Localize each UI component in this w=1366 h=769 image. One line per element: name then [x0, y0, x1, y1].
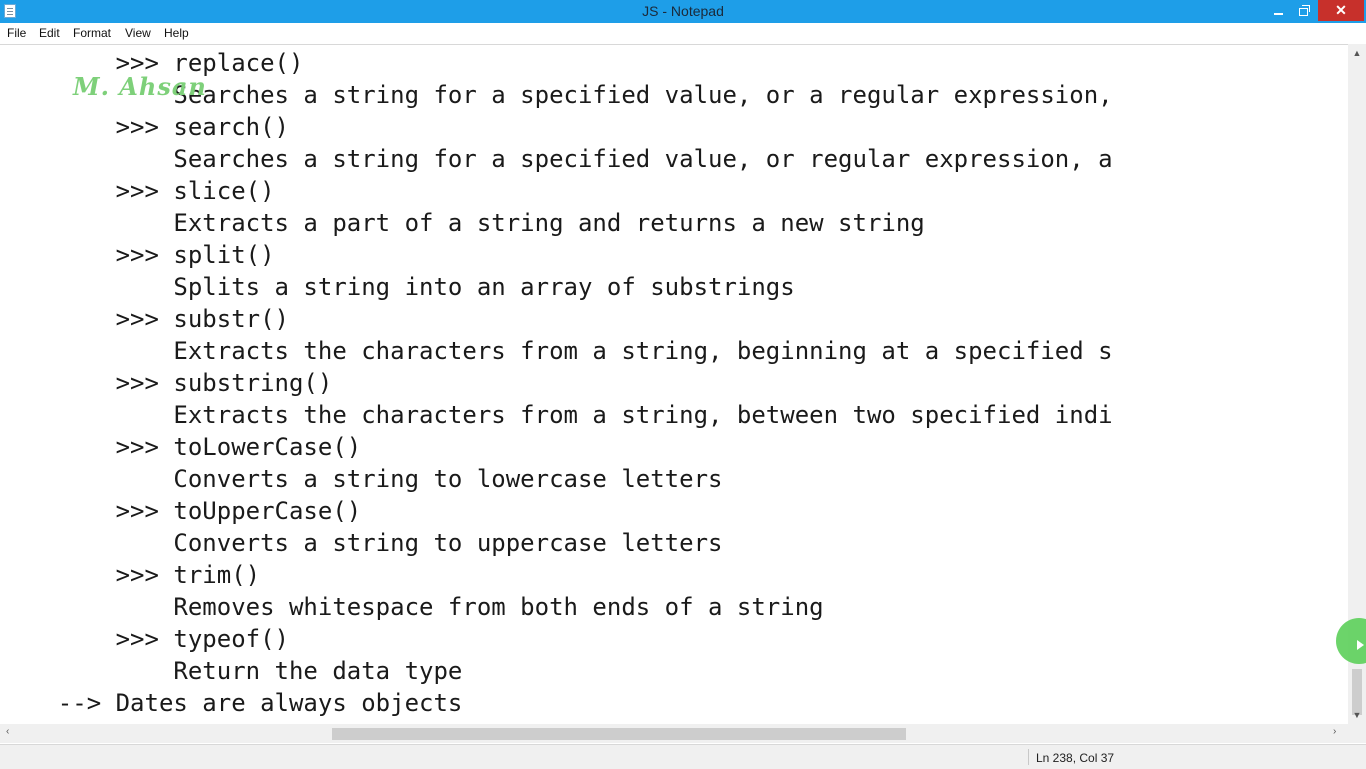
- editor-line: Extracts a part of a string and returns …: [0, 209, 925, 237]
- menu-format[interactable]: Format: [73, 25, 111, 41]
- menu-help[interactable]: Help: [164, 25, 189, 41]
- horizontal-scrollbar[interactable]: ‹ ›: [0, 724, 1348, 743]
- editor-line: >>> split(): [0, 241, 275, 269]
- status-bar: Ln 238, Col 37: [0, 744, 1366, 769]
- author-watermark: M. Ahsan: [73, 72, 207, 101]
- editor-line: >>> typeof(): [0, 625, 289, 653]
- editor-line: Removes whitespace from both ends of a s…: [0, 593, 824, 621]
- editor-line: Extracts the characters from a string, b…: [0, 337, 1113, 365]
- text-editor[interactable]: >>> replace() Searches a string for a sp…: [0, 44, 1348, 725]
- mouse-pointer-icon: [1357, 640, 1364, 650]
- menu-edit[interactable]: Edit: [39, 25, 60, 41]
- editor-line: Return the data type: [0, 657, 463, 685]
- editor-line: >>> slice(): [0, 177, 275, 205]
- close-icon: ✕: [1335, 2, 1347, 18]
- scroll-left-icon[interactable]: ‹: [6, 726, 9, 737]
- editor-line: Searches a string for a specified value,…: [0, 145, 1113, 173]
- menu-file[interactable]: File: [7, 25, 26, 41]
- editor-line: >>> toLowerCase(): [0, 433, 362, 461]
- editor-line: >>> trim(): [0, 561, 261, 589]
- menu-bar: File Edit Format View Help: [0, 23, 1366, 43]
- restore-icon: [1298, 4, 1310, 16]
- editor-line: >>> toUpperCase(): [0, 497, 362, 525]
- minimize-icon: [1273, 12, 1283, 15]
- editor-line: >>> search(): [0, 113, 289, 141]
- window-title: JS - Notepad: [642, 3, 724, 19]
- menu-view[interactable]: View: [125, 25, 151, 41]
- editor-line: Converts a string to uppercase letters: [0, 529, 723, 557]
- editor-line: Extracts the characters from a string, b…: [0, 401, 1113, 429]
- scrollbar-corner: [1348, 724, 1366, 743]
- editor-line: --> Dates are always objects: [0, 689, 463, 717]
- editor-line: Splits a string into an array of substri…: [0, 273, 795, 301]
- title-bar: JS - Notepad ✕: [0, 0, 1366, 23]
- cursor-position: Ln 238, Col 37: [1036, 751, 1115, 765]
- editor-line: Converts a string to lowercase letters: [0, 465, 723, 493]
- horizontal-scroll-thumb[interactable]: [332, 728, 906, 740]
- editor-line: >>> substr(): [0, 305, 289, 333]
- scroll-down-icon[interactable]: ▼: [1348, 710, 1366, 720]
- close-button[interactable]: ✕: [1318, 0, 1364, 21]
- editor-line: >>> substring(): [0, 369, 333, 397]
- status-divider: [1028, 749, 1029, 765]
- scroll-up-icon[interactable]: ▲: [1348, 48, 1366, 58]
- restore-button[interactable]: [1291, 0, 1315, 21]
- minimize-button[interactable]: [1266, 0, 1290, 21]
- scroll-right-icon[interactable]: ›: [1333, 726, 1336, 737]
- vertical-scroll-thumb[interactable]: [1352, 669, 1362, 715]
